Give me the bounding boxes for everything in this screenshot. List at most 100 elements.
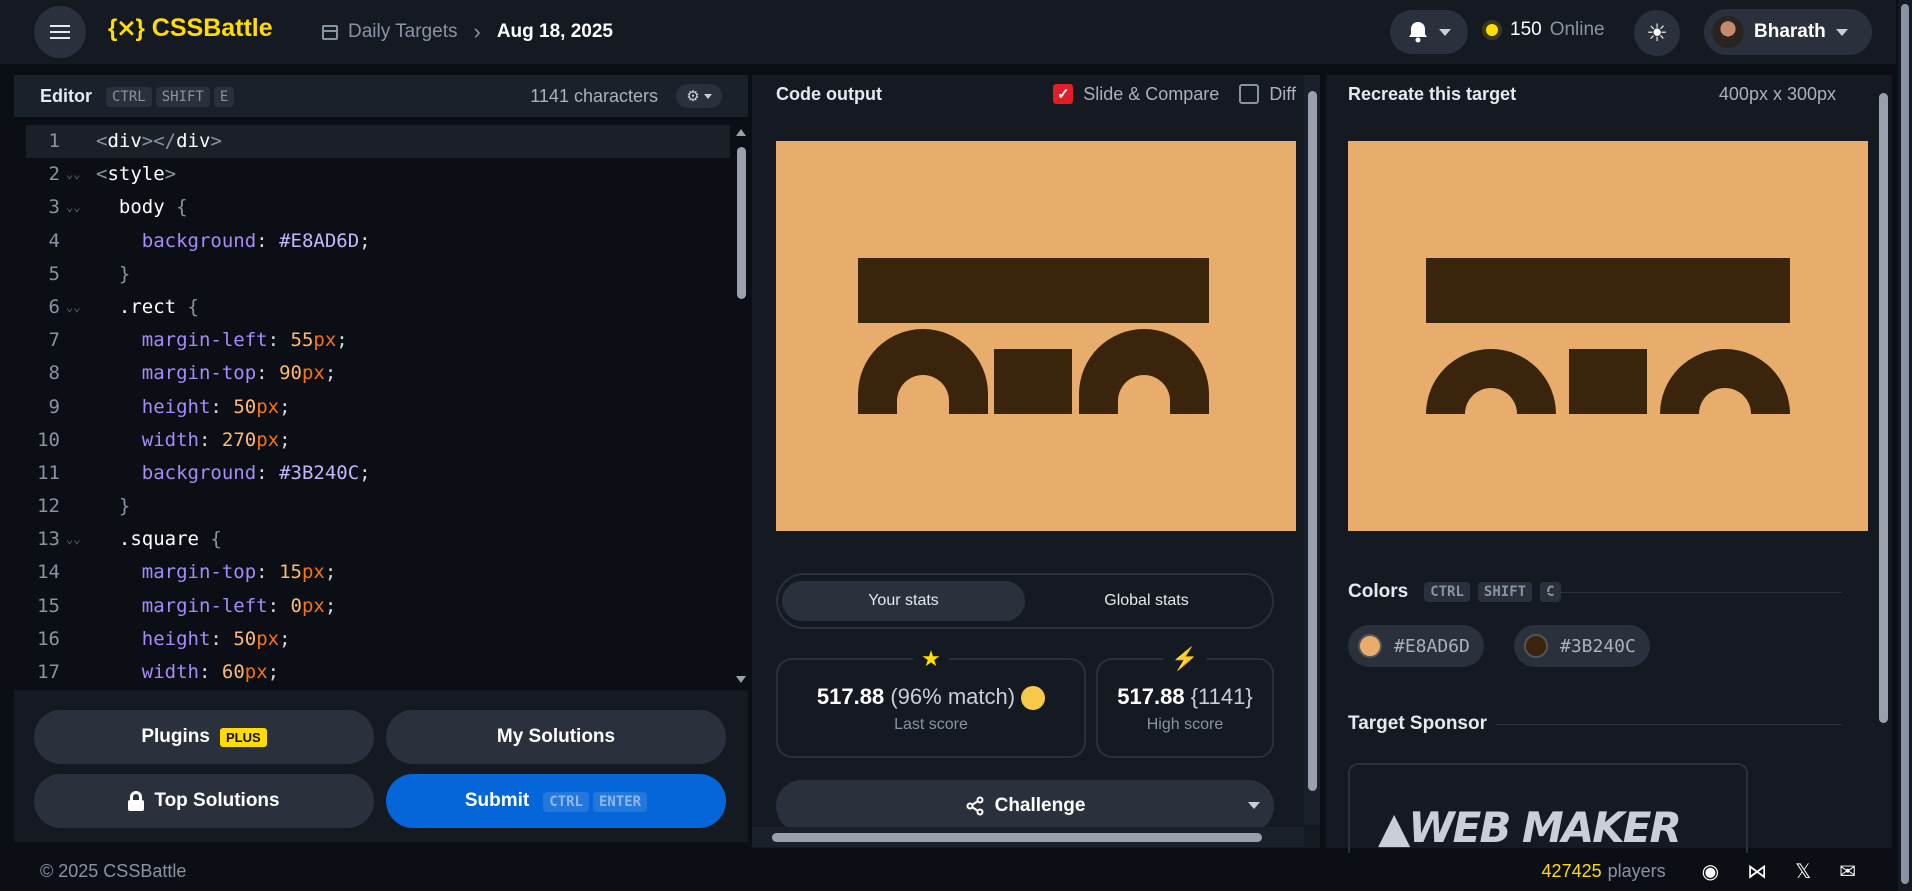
breadcrumb-current-date: Aug 18, 2025 — [496, 21, 613, 42]
code-line: 11 background: #3B240C; — [26, 457, 730, 490]
line-number: 16 — [37, 627, 60, 650]
bluesky-icon[interactable]: ⋈ — [1747, 859, 1767, 884]
social-links: ◉ ⋈ 𝕏 ✉ — [1702, 859, 1856, 884]
fold-icon[interactable]: ⌄⌄ — [60, 523, 96, 556]
logo[interactable]: {⨯} CSSBattle — [108, 14, 273, 43]
user-menu[interactable]: Bharath — [1704, 9, 1872, 55]
submit-button[interactable]: Submit CTRL ENTER — [386, 774, 726, 828]
x-icon[interactable]: 𝕏 — [1795, 859, 1811, 884]
page-scrollbar[interactable] — [1898, 0, 1912, 891]
hamburger-icon — [50, 31, 70, 33]
slide-compare-label: Slide & Compare — [1083, 83, 1220, 104]
scrollbar-thumb[interactable] — [737, 147, 746, 299]
fold-icon[interactable]: ⌄⌄ — [60, 158, 96, 191]
kbd-key: SHIFT — [1477, 582, 1533, 602]
line-number: 3 — [48, 196, 60, 219]
scroll-down-icon[interactable] — [736, 676, 746, 683]
scrollbar-thumb[interactable] — [1879, 93, 1888, 723]
scroll-up-icon[interactable] — [736, 129, 746, 136]
challenge-label: Challenge — [994, 795, 1086, 816]
line-number: 11 — [37, 461, 60, 484]
color-swatch[interactable]: #E8AD6D — [1348, 625, 1484, 667]
editor-scrollbar[interactable] — [734, 125, 748, 687]
breadcrumb-daily-targets[interactable]: Daily Targets — [348, 21, 457, 43]
colors-label: Colors — [1348, 581, 1409, 602]
players-count-block: 427425 players — [1542, 861, 1666, 882]
mail-icon[interactable]: ✉ — [1839, 859, 1856, 884]
web-maker-logo: ▲WEB MAKER — [1378, 803, 1682, 852]
code-line: 1 <div></div> — [26, 125, 730, 159]
footer: © 2025 CSSBattle 427425 players ◉ ⋈ 𝕏 ✉ — [14, 851, 1882, 891]
code-output-canvas[interactable] — [776, 141, 1296, 531]
chevron-down-icon — [1835, 28, 1848, 36]
my-solutions-button[interactable]: My Solutions — [386, 710, 726, 764]
notifications-button[interactable] — [1390, 10, 1468, 54]
divider — [1496, 724, 1842, 725]
color-dot — [1358, 634, 1382, 658]
line-number: 12 — [37, 495, 60, 518]
slide-compare-checkbox[interactable]: ✓ — [1053, 84, 1074, 104]
code-line: 5 } — [26, 258, 730, 291]
top-solutions-label: Top Solutions — [154, 790, 280, 811]
kbd-key: CTRL — [543, 792, 589, 812]
tab-your-stats[interactable]: Your stats — [782, 581, 1025, 621]
sponsor-label: Target Sponsor — [1348, 713, 1487, 734]
high-score-label: High score — [1146, 716, 1224, 733]
kbd-key: CTRL — [106, 87, 152, 107]
stats-tabs: Your stats Global stats — [776, 573, 1274, 629]
plugins-button[interactable]: Plugins PLUS — [34, 710, 374, 764]
high-score-card: ⚡ 517.88 {1141} High score — [1096, 646, 1274, 758]
output-horizontal-scrollbar[interactable] — [752, 827, 1304, 847]
diff-checkbox[interactable] — [1239, 84, 1260, 104]
target-pane: Recreate this target 400px x 300px Color… — [1326, 75, 1882, 853]
chevron-down-icon[interactable] — [1248, 802, 1260, 809]
fold-icon[interactable]: ⌄⌄ — [60, 191, 96, 224]
sponsor-card[interactable]: ▲WEB MAKER — [1348, 763, 1748, 853]
smiley-icon — [1021, 686, 1046, 711]
last-score-match: (96% match) — [890, 684, 1016, 709]
logo-mark: {⨯} — [108, 15, 145, 42]
tab-global-stats[interactable]: Global stats — [1025, 581, 1268, 621]
code-line: 6 ⌄⌄ .rect { — [26, 291, 730, 324]
target-dimensions: 400px x 300px — [1718, 83, 1836, 104]
online-indicator: 150 Online — [1482, 19, 1605, 41]
line-number: 2 — [48, 163, 60, 186]
menu-button[interactable] — [34, 6, 86, 58]
top-bar: {⨯} CSSBattle Daily Targets › Aug 18, 20… — [0, 0, 1896, 64]
diff-label: Diff — [1269, 83, 1296, 104]
editor-settings-button[interactable]: ⚙ — [676, 84, 722, 108]
scrollbar-thumb[interactable] — [1901, 4, 1909, 884]
star-icon: ★ — [913, 646, 949, 672]
target-title: Recreate this target — [1348, 83, 1517, 104]
share-icon — [966, 796, 984, 816]
output-scrollbar[interactable] — [1304, 75, 1320, 825]
target-square — [1569, 349, 1647, 414]
cssbattle-app: {⨯} CSSBattle Daily Targets › Aug 18, 20… — [0, 0, 1912, 891]
lock-icon — [128, 791, 145, 811]
gear-icon: ⚙ — [686, 88, 700, 105]
top-solutions-button[interactable]: Top Solutions — [34, 774, 374, 828]
code-line: 2 ⌄⌄ <style> — [26, 158, 730, 191]
code-editor[interactable]: 1 <div></div> 2 ⌄⌄ <style> 3 ⌄⌄ body { 4 bac… — [26, 125, 730, 687]
code-line: 8 margin-top: 90px; — [26, 357, 730, 390]
breadcrumb: Daily Targets › Aug 18, 2025 — [322, 19, 613, 45]
line-number: 4 — [48, 229, 60, 252]
high-score-chars: {1141} — [1190, 684, 1253, 709]
target-scrollbar[interactable] — [1874, 75, 1892, 848]
fold-icon[interactable]: ⌄⌄ — [60, 291, 96, 324]
target-rect — [1426, 258, 1790, 323]
code-line: 9 height: 50px; — [26, 391, 730, 424]
code-line: 7 margin-left: 55px; — [26, 324, 730, 357]
sun-icon: ☀ — [1646, 19, 1668, 47]
submit-label: Submit — [464, 790, 530, 811]
color-swatch[interactable]: #3B240C — [1514, 625, 1650, 667]
discord-icon[interactable]: ◉ — [1702, 859, 1719, 884]
scrollbar-thumb[interactable] — [1308, 91, 1317, 791]
challenge-button[interactable]: Challenge — [776, 780, 1274, 832]
line-number: 7 — [48, 329, 60, 352]
output-header: Code output ✓ Slide & Compare Diff — [752, 75, 1320, 113]
chevron-right-icon: › — [473, 19, 481, 44]
theme-toggle-button[interactable]: ☀ — [1634, 10, 1680, 56]
scrollbar-thumb[interactable] — [772, 833, 1262, 842]
color-hex: #E8AD6D — [1394, 635, 1470, 657]
